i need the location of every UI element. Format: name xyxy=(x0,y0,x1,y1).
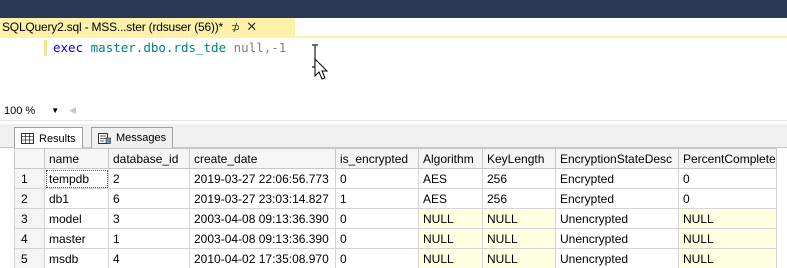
grid-cell[interactable]: NULL xyxy=(678,208,777,229)
row-number[interactable]: 4 xyxy=(14,228,45,249)
grid-cell[interactable]: 2003-04-08 09:13:36.390 xyxy=(189,208,336,229)
query-code-line[interactable]: exec master.dbo.rds_tde null,-1 xyxy=(53,40,286,55)
grid-cell[interactable]: NULL xyxy=(418,228,483,249)
grid-cell[interactable]: NULL xyxy=(482,248,556,268)
grid-cell[interactable]: 0 xyxy=(335,228,419,249)
grid-cell[interactable]: Encrypted xyxy=(555,188,679,209)
column-header-rownum[interactable] xyxy=(14,148,45,169)
column-header-algorithm[interactable]: Algorithm xyxy=(418,148,483,169)
grid-cell[interactable]: Encrypted xyxy=(555,168,679,189)
column-header-percent-complete[interactable]: PercentComplete xyxy=(678,148,777,169)
grid-cell[interactable]: master xyxy=(44,228,109,249)
table-row[interactable]: 5 msdb 4 2010-04-02 17:35:08.970 0 NULL … xyxy=(14,248,777,268)
grid-cell[interactable]: NULL xyxy=(678,248,777,268)
grid-cell[interactable]: NULL xyxy=(418,248,483,268)
window-title-strip xyxy=(0,0,787,18)
table-row[interactable]: 3 model 3 2003-04-08 09:13:36.390 0 NULL… xyxy=(14,208,777,229)
grid-cell[interactable]: NULL xyxy=(482,228,556,249)
grid-header-row: name database_id create_date is_encrypte… xyxy=(14,148,777,169)
grid-cell[interactable]: 0 xyxy=(678,168,777,189)
row-number[interactable]: 3 xyxy=(14,208,45,229)
query-tab[interactable]: SQLQuery2.sql - MSS...ster (rdsuser (56)… xyxy=(0,18,295,36)
column-header-is-encrypted[interactable]: is_encrypted xyxy=(335,148,419,169)
column-header-encryption-state-desc[interactable]: EncryptionStateDesc xyxy=(555,148,679,169)
column-header-create-date[interactable]: create_date xyxy=(189,148,336,169)
grid-cell[interactable]: 0 xyxy=(335,248,419,268)
tab-messages[interactable]: Messages xyxy=(91,127,174,148)
grid-cell[interactable]: NULL xyxy=(418,208,483,229)
grid-cell[interactable]: 6 xyxy=(108,188,190,209)
grid-cell[interactable]: model xyxy=(44,208,109,229)
grid-cell[interactable]: AES xyxy=(418,188,483,209)
zoom-bar: 100 % ▼ ◀ xyxy=(0,101,787,121)
grid-cell[interactable]: NULL xyxy=(482,208,556,229)
chevron-down-icon[interactable]: ▼ xyxy=(51,106,59,115)
table-row[interactable]: 1 tempdb 2 2019-03-27 22:06:56.773 0 AES… xyxy=(14,168,777,189)
results-grid: name database_id create_date is_encrypte… xyxy=(14,148,777,268)
column-header-database-id[interactable]: database_id xyxy=(108,148,190,169)
grid-cell[interactable]: 2 xyxy=(108,168,190,189)
grid-cell[interactable]: 256 xyxy=(482,168,556,189)
grid-cell[interactable]: 0 xyxy=(335,168,419,189)
row-number[interactable]: 2 xyxy=(14,188,45,209)
grid-cell[interactable]: Unencrypted xyxy=(555,248,679,268)
grid-cell[interactable]: Unencrypted xyxy=(555,208,679,229)
scroll-left-icon[interactable]: ◀ xyxy=(69,105,76,116)
messages-icon xyxy=(98,132,111,144)
changed-line-marker xyxy=(44,40,47,56)
mouse-pointer-icon xyxy=(314,58,329,80)
grid-cell[interactable]: 2010-04-02 17:35:08.970 xyxy=(189,248,336,268)
grid-cell[interactable]: msdb xyxy=(44,248,109,268)
grid-cell[interactable]: tempdb xyxy=(44,168,109,189)
code-keyword: exec xyxy=(53,40,84,55)
grid-cell[interactable]: AES xyxy=(418,168,483,189)
code-object: master.dbo.rds_tde xyxy=(90,40,227,55)
query-editor[interactable]: exec master.dbo.rds_tde null,-1 xyxy=(0,38,787,100)
grid-cell[interactable]: 2019-03-27 23:03:14.827 xyxy=(189,188,336,209)
grid-cell[interactable]: 1 xyxy=(108,228,190,249)
grid-cell[interactable]: 4 xyxy=(108,248,190,268)
grid-cell[interactable]: 3 xyxy=(108,208,190,229)
zoom-level[interactable]: 100 % xyxy=(4,105,35,117)
row-number[interactable]: 1 xyxy=(14,168,45,189)
code-rest: ,-1 xyxy=(263,40,287,55)
result-tabs: Results Messages xyxy=(0,124,787,149)
grid-cell[interactable]: db1 xyxy=(44,188,109,209)
row-number[interactable]: 5 xyxy=(14,248,45,268)
tab-messages-label: Messages xyxy=(116,132,167,144)
grid-cell[interactable]: 256 xyxy=(482,188,556,209)
column-header-keylength[interactable]: KeyLength xyxy=(482,148,556,169)
table-row[interactable]: 2 db1 6 2019-03-27 23:03:14.827 1 AES 25… xyxy=(14,188,777,209)
tab-results[interactable]: Results xyxy=(14,127,83,149)
pin-icon[interactable]: ⊅ xyxy=(231,21,240,34)
grid-cell[interactable]: 2003-04-08 09:13:36.390 xyxy=(189,228,336,249)
query-tab-title: SQLQuery2.sql - MSS...ster (rdsuser (56)… xyxy=(2,20,223,34)
column-header-name[interactable]: name xyxy=(44,148,109,169)
code-null: null xyxy=(233,40,264,55)
table-row[interactable]: 4 master 1 2003-04-08 09:13:36.390 0 NUL… xyxy=(14,228,777,249)
grid-cell[interactable]: 2019-03-27 22:06:56.773 xyxy=(189,168,336,189)
grid-cell[interactable]: Unencrypted xyxy=(555,228,679,249)
grid-cell[interactable]: 0 xyxy=(678,188,777,209)
grid-cell[interactable]: NULL xyxy=(678,228,777,249)
grid-cell[interactable]: 0 xyxy=(335,208,419,229)
tab-results-label: Results xyxy=(39,132,76,145)
grid-icon xyxy=(21,133,34,144)
grid-cell[interactable]: 1 xyxy=(335,188,419,209)
close-icon[interactable]: ✕ xyxy=(246,19,257,35)
